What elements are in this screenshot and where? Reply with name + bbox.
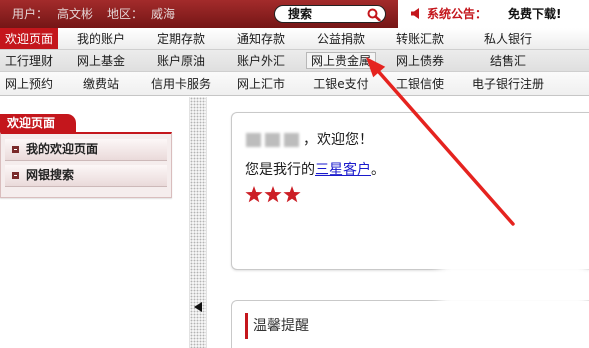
nav-credit-card-services[interactable]: 信用卡服务 bbox=[142, 72, 220, 95]
reminder-accent-bar bbox=[245, 313, 248, 339]
nav-icbc-messenger[interactable]: 工银信使 bbox=[381, 72, 459, 95]
nav-row-tertiary: 网上预约 缴费站 信用卡服务 网上汇市 工银e支付 工银信使 电子银行注册 bbox=[0, 72, 589, 96]
region-label: 地区： bbox=[107, 7, 144, 21]
nav-welcome[interactable]: 欢迎页面 bbox=[0, 28, 58, 49]
blur-block bbox=[246, 133, 261, 147]
sidebar-divider[interactable] bbox=[189, 97, 207, 348]
customer-level-line: 您是我行的三星客户。 bbox=[245, 162, 385, 178]
nav-private-banking[interactable]: 私人银行 bbox=[464, 28, 552, 49]
speaker-icon bbox=[411, 8, 420, 19]
system-notice: 系统公告： 免费下载! bbox=[398, 0, 589, 28]
nav-online-appointment[interactable]: 网上预约 bbox=[0, 72, 58, 95]
nav-online-precious-metals[interactable]: 网上贵金属 bbox=[306, 52, 376, 69]
user-info-bar: 用户： 高文彬 地区： 威海 搜索 bbox=[0, 0, 398, 28]
star-icon bbox=[245, 186, 263, 203]
star-rating bbox=[245, 186, 302, 204]
nav-icbc-e-pay[interactable]: 工银e支付 bbox=[302, 72, 380, 95]
sidebar-item-my-welcome-page[interactable]: 我的欢迎页面 bbox=[5, 139, 167, 161]
blur-block bbox=[284, 133, 299, 147]
notice-link[interactable]: 免费下载! bbox=[508, 7, 561, 21]
bullet-icon bbox=[12, 172, 19, 179]
star-icon bbox=[264, 186, 282, 203]
search-box[interactable]: 搜索 bbox=[274, 5, 386, 23]
sidebar-item-label: 我的欢迎页面 bbox=[26, 142, 99, 156]
nav-fixed-deposit[interactable]: 定期存款 bbox=[142, 28, 220, 49]
nav-online-forex-market[interactable]: 网上汇市 bbox=[222, 72, 300, 95]
notice-label: 系统公告： bbox=[427, 7, 488, 21]
nav-e-banking-registration[interactable]: 电子银行注册 bbox=[464, 72, 552, 95]
sidebar-menu: 我的欢迎页面 网银搜索 bbox=[0, 132, 172, 198]
sidebar-item-online-banking-search[interactable]: 网银搜索 bbox=[5, 165, 167, 187]
nav-my-account[interactable]: 我的账户 bbox=[62, 28, 140, 49]
nav-icbc-wealth-management[interactable]: 工行理财 bbox=[0, 50, 58, 71]
nav-notice-deposit[interactable]: 通知存款 bbox=[222, 28, 300, 49]
blur-patch bbox=[440, 250, 589, 332]
nav-payment-station[interactable]: 缴费站 bbox=[62, 72, 140, 95]
nav-row-primary: 欢迎页面 我的账户 定期存款 通知存款 公益捐款 转账汇款 私人银行 bbox=[0, 28, 589, 50]
collapse-left-icon[interactable] bbox=[194, 302, 202, 312]
nav-transfer-remittance[interactable]: 转账汇款 bbox=[381, 28, 459, 49]
top-bar: 用户： 高文彬 地区： 威海 搜索 系统公告： 免费下载! bbox=[0, 0, 589, 28]
nav-account-forex[interactable]: 账户外汇 bbox=[222, 50, 300, 71]
customer-level-prefix: 您是我行的 bbox=[245, 162, 315, 178]
region-name: 威海 bbox=[151, 7, 176, 21]
nav-fx-settlement[interactable]: 结售汇 bbox=[464, 50, 552, 71]
nav-online-bonds[interactable]: 网上债券 bbox=[381, 50, 459, 71]
user-label: 用户： bbox=[12, 7, 49, 21]
sidebar-item-label: 网银搜索 bbox=[26, 168, 75, 182]
welcome-greeting: ，欢迎您！ bbox=[303, 132, 373, 148]
nav-online-funds[interactable]: 网上基金 bbox=[62, 50, 140, 71]
star-icon bbox=[283, 186, 301, 203]
blur-block bbox=[265, 133, 280, 147]
bullet-icon bbox=[12, 146, 19, 153]
customer-level-link[interactable]: 三星客户 bbox=[315, 162, 371, 178]
nav-row-secondary: 工行理财 网上基金 账户原油 账户外汇 网上贵金属 网上债券 结售汇 bbox=[0, 50, 589, 72]
user-name: 高文彬 bbox=[57, 7, 94, 21]
search-label: 搜索 bbox=[288, 7, 313, 21]
nav-account-crude-oil[interactable]: 账户原油 bbox=[142, 50, 220, 71]
sidebar-title: 欢迎页面 bbox=[0, 114, 76, 132]
search-icon[interactable] bbox=[367, 8, 381, 22]
customer-level-suffix: 。 bbox=[371, 162, 385, 178]
reminder-title: 温馨提醒 bbox=[253, 318, 309, 334]
nav-charity-donation[interactable]: 公益捐款 bbox=[302, 28, 380, 49]
welcome-card: ，欢迎您！ 您是我行的三星客户。 bbox=[231, 112, 589, 270]
blurred-user-name bbox=[246, 133, 304, 148]
